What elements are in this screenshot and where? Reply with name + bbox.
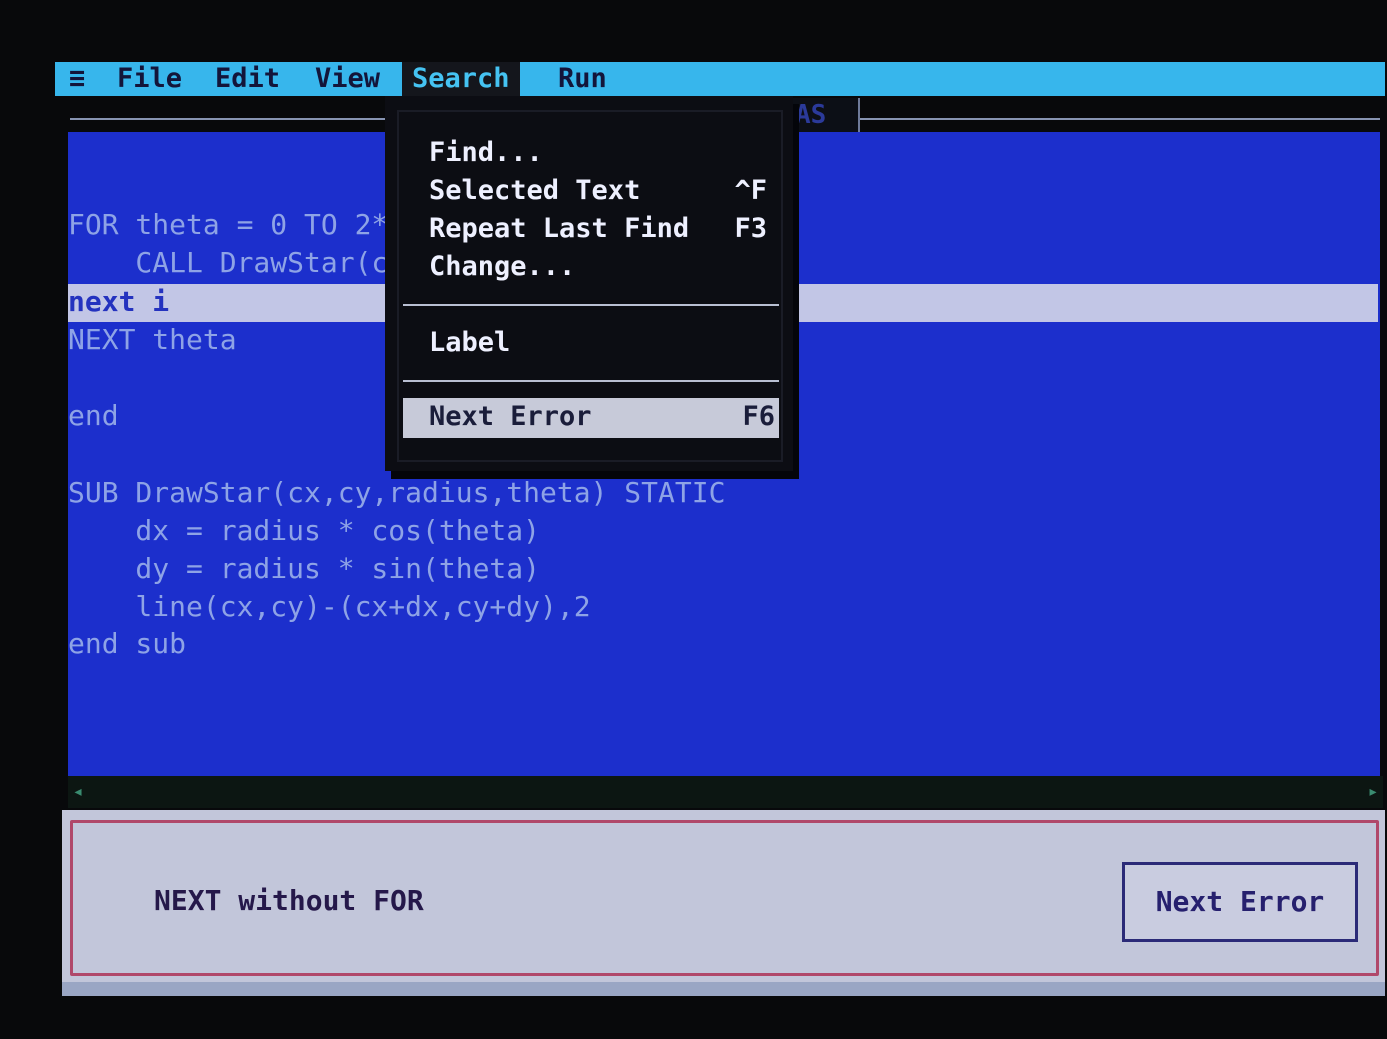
error-message: NEXT without FOR <box>154 884 424 917</box>
menu-separator <box>403 304 779 306</box>
code-line[interactable]: end <box>68 398 119 434</box>
status-bottom-strip <box>62 982 1385 996</box>
window-title: AS <box>795 100 827 130</box>
screen: ≡ File Edit View Search Run AS FOR theta… <box>0 0 1387 1039</box>
menu-item-next-error[interactable]: Next Error <box>429 398 592 436</box>
next-error-button[interactable]: Next Error <box>1122 862 1358 942</box>
menu-item-selected-text[interactable]: Selected Text <box>429 172 640 210</box>
shortcut-repeat-last-find: F3 <box>734 213 767 244</box>
horizontal-scrollbar[interactable]: ◂ ▸ <box>68 776 1383 808</box>
scroll-right-arrow-icon[interactable]: ▸ <box>1363 776 1383 808</box>
menu-run[interactable]: Run <box>558 62 607 96</box>
code-line[interactable]: FOR theta = 0 TO 2* <box>68 207 388 243</box>
code-line[interactable]: line(cx,cy)-(cx+dx,cy+dy),2 <box>68 589 590 625</box>
system-menu-icon[interactable]: ≡ <box>69 62 85 96</box>
code-line[interactable]: NEXT theta <box>68 322 237 358</box>
code-line-current[interactable]: next i <box>68 284 169 320</box>
menu-bar: ≡ File Edit View Search Run <box>55 62 1385 96</box>
code-line[interactable]: end sub <box>68 626 186 662</box>
shortcut-selected-text: ^F <box>734 175 767 206</box>
menu-separator <box>403 380 779 382</box>
error-dialog: NEXT without FOR Next Error <box>62 810 1385 985</box>
menu-item-next-error-selected[interactable]: Next Error F6 <box>403 398 779 438</box>
shortcut-next-error: F6 <box>742 401 775 432</box>
code-line[interactable]: dx = radius * cos(theta) <box>68 513 540 549</box>
menu-file[interactable]: File <box>117 62 182 96</box>
menu-search[interactable]: Search <box>402 62 520 96</box>
code-line[interactable]: CALL DrawStar(c <box>68 245 388 281</box>
menu-item-repeat-last-find[interactable]: Repeat Last Find <box>429 210 689 248</box>
search-menu-frame: Find... Selected Text ^F Repeat Last Fin… <box>397 110 783 462</box>
menu-edit[interactable]: Edit <box>215 62 280 96</box>
code-line[interactable]: SUB DrawStar(cx,cy,radius,theta) STATIC <box>68 475 725 511</box>
menu-item-find[interactable]: Find... <box>429 134 543 172</box>
scroll-left-arrow-icon[interactable]: ◂ <box>68 776 88 808</box>
menu-view[interactable]: View <box>315 62 380 96</box>
search-menu-dropdown: Find... Selected Text ^F Repeat Last Fin… <box>385 96 793 471</box>
menu-item-label[interactable]: Label <box>429 324 510 362</box>
menu-item-change[interactable]: Change... <box>429 248 575 286</box>
code-line[interactable]: dy = radius * sin(theta) <box>68 551 540 587</box>
